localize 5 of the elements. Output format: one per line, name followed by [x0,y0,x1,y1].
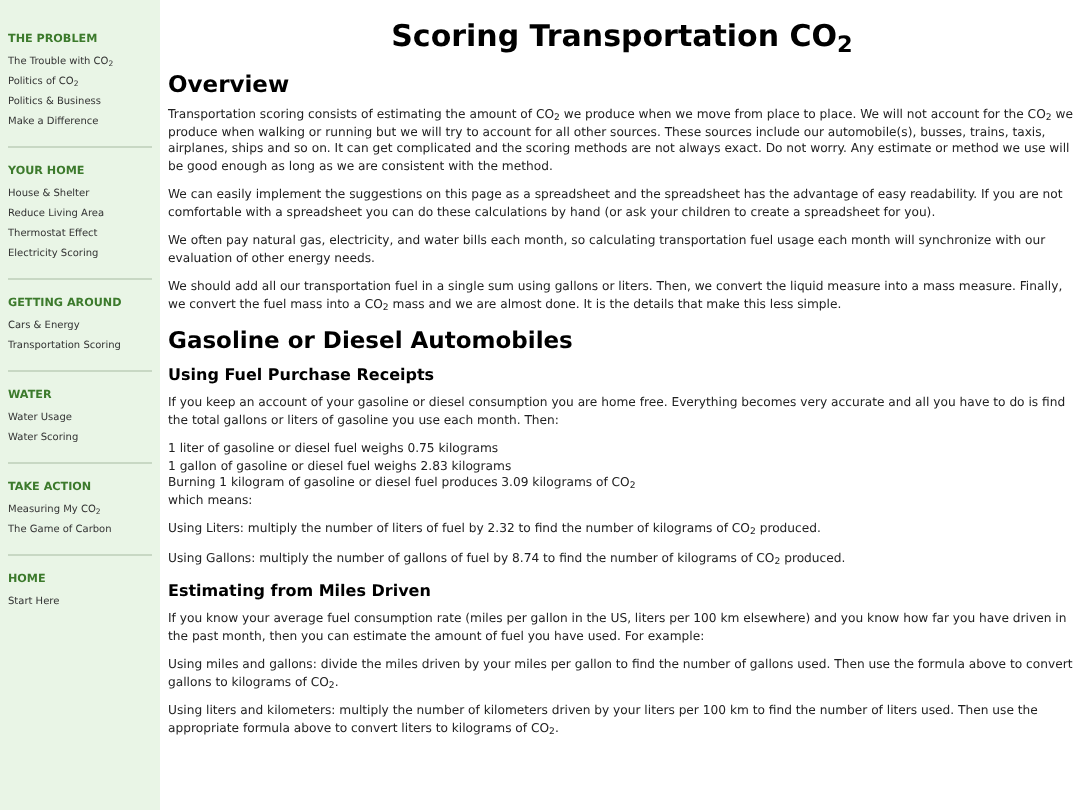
section-heading: Overview [168,70,292,98]
subsection-heading: Estimating from Miles Driven [168,580,433,602]
subsection-heading: Using Fuel Purchase Receipts [168,364,437,386]
section-heading: Gasoline or Diesel Automobiles [168,326,575,354]
page-title: Scoring Transportation CO$_{2}$ [389,18,855,54]
